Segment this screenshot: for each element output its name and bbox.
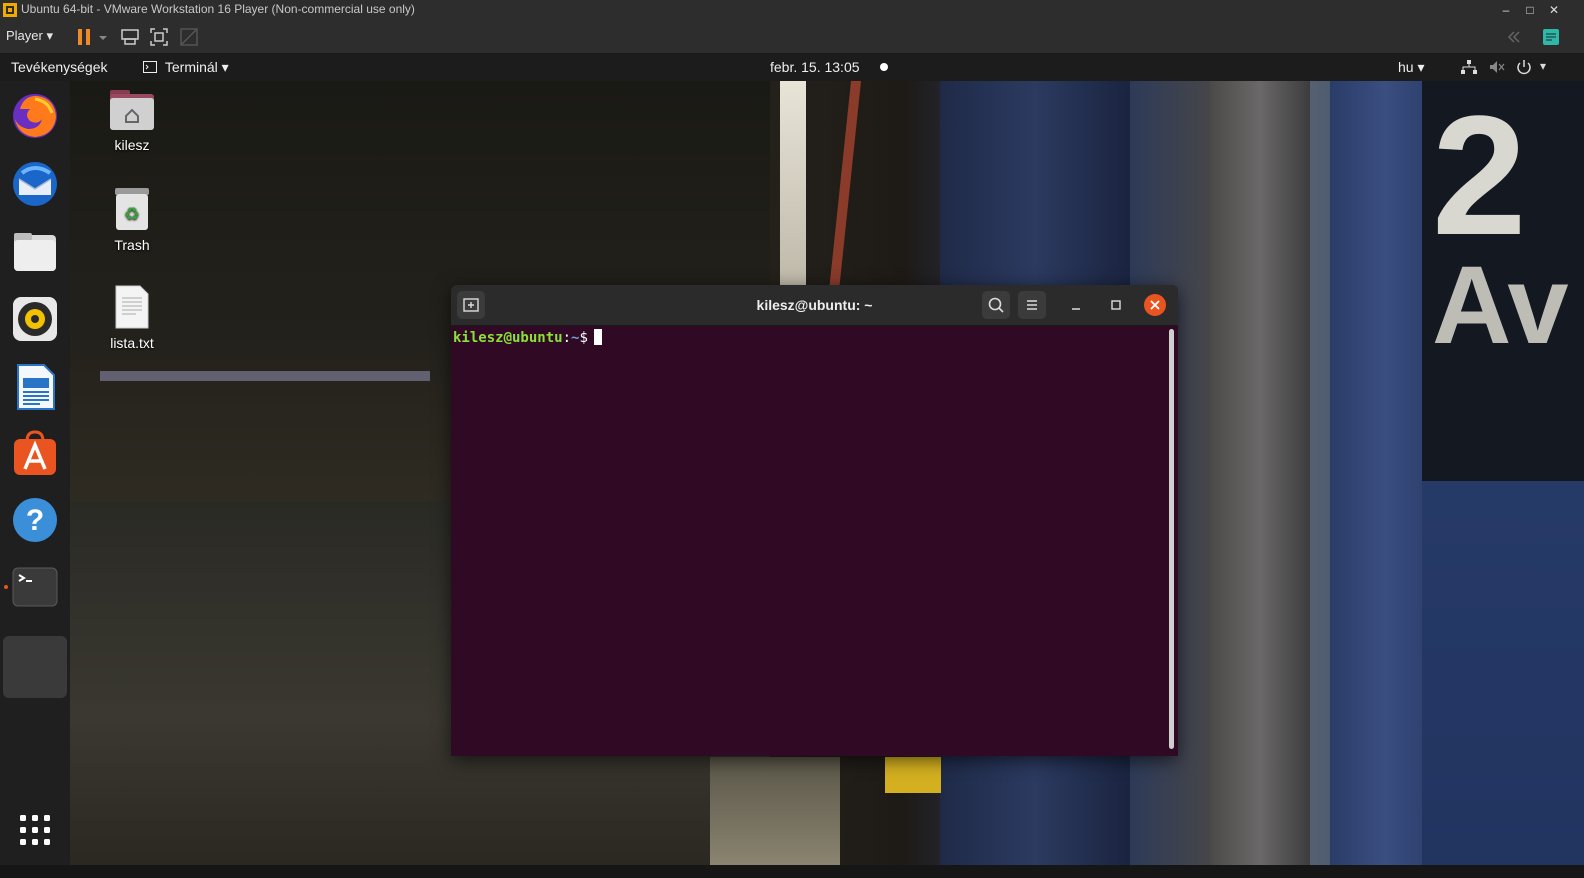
minimize-window-button[interactable]: –: [1496, 1, 1516, 19]
search-button[interactable]: [982, 291, 1010, 319]
close-window-button[interactable]: ✕: [1544, 1, 1564, 19]
terminal-headerbar[interactable]: kilesz@ubuntu: ~: [451, 285, 1178, 326]
player-menu-button[interactable]: Player ▾: [6, 28, 53, 44]
svg-text:?: ?: [26, 504, 44, 537]
network-icon[interactable]: [1460, 58, 1478, 76]
text-cursor: [593, 329, 602, 345]
player-menu-label: Player: [6, 28, 43, 43]
terminal-scrollbar[interactable]: [1169, 329, 1174, 749]
terminal-minimize-button[interactable]: [1062, 291, 1090, 319]
text-file-icon: [115, 285, 149, 329]
volume-muted-icon[interactable]: [1488, 58, 1506, 76]
dock-active-highlight: [3, 636, 67, 698]
rhythmbox-icon[interactable]: [10, 294, 60, 344]
maximize-icon: [1111, 300, 1121, 310]
desktop-icon-home[interactable]: kilesz: [92, 88, 172, 153]
language-label: hu: [1398, 59, 1414, 75]
search-icon: [988, 297, 1004, 313]
message-log-icon[interactable]: [1540, 26, 1562, 48]
home-folder-icon: [110, 90, 154, 130]
collapse-toolbar-icon[interactable]: [1502, 26, 1524, 48]
prompt-symbol: $: [579, 330, 588, 346]
desktop-icon-label: lista.txt: [110, 335, 154, 351]
files-icon[interactable]: [10, 227, 60, 277]
terminal-maximize-button[interactable]: [1102, 291, 1130, 319]
ubuntu-topbar: Tevékenységek Terminál ▾ febr. 15. 13:05…: [0, 54, 1584, 81]
terminal-close-button[interactable]: [1141, 291, 1169, 319]
terminal-window[interactable]: kilesz@ubuntu: ~ kilesz@ubuntu:~$: [451, 285, 1178, 756]
thunderbird-icon[interactable]: [10, 159, 60, 209]
help-icon[interactable]: ?: [10, 495, 60, 545]
terminal-icon[interactable]: [10, 562, 60, 612]
unity-mode-icon[interactable]: [178, 26, 200, 48]
close-icon: [1144, 294, 1166, 316]
hamburger-menu-icon: [1027, 300, 1037, 310]
clock[interactable]: febr. 15. 13:05: [770, 59, 860, 75]
vmware-titlebar: Ubuntu 64-bit - VMware Workstation 16 Pl…: [0, 0, 1584, 20]
wallpaper-sign-text: Av: [1432, 244, 1569, 367]
power-icon[interactable]: [1515, 58, 1533, 76]
firefox-icon[interactable]: [10, 91, 60, 141]
fullscreen-icon[interactable]: [148, 26, 170, 48]
prompt-user: kilesz@ubuntu: [453, 330, 563, 346]
app-menu-label: Terminál: [164, 59, 218, 75]
trash-icon: ♻: [115, 188, 149, 230]
vm-bottom-strip: [0, 865, 1584, 878]
system-menu-chevron-icon[interactable]: ▾: [1540, 59, 1546, 73]
desktop-icon-label: kilesz: [114, 137, 150, 153]
activities-button[interactable]: Tevékenységek: [11, 59, 108, 75]
ubuntu-dock: ?: [0, 81, 70, 865]
app-menu-button[interactable]: Terminál ▾: [143, 59, 229, 76]
prompt-line: kilesz@ubuntu:~$: [453, 329, 602, 346]
desktop-icon-label: Trash: [114, 237, 150, 253]
running-indicator-icon: [4, 585, 8, 589]
vmware-window-title: Ubuntu 64-bit - VMware Workstation 16 Pl…: [21, 2, 415, 16]
vmware-logo-icon: [3, 3, 17, 17]
terminal-small-icon: [143, 61, 157, 73]
desktop-icon-lista-txt[interactable]: lista.txt: [92, 284, 172, 351]
chevron-down-icon[interactable]: [96, 26, 110, 48]
language-menu-button[interactable]: hu ▾: [1398, 59, 1425, 76]
maximize-window-button[interactable]: □: [1520, 1, 1540, 19]
wallpaper-sign-number: 2: [1432, 81, 1527, 271]
libreoffice-writer-icon[interactable]: [10, 362, 60, 412]
software-center-icon[interactable]: [10, 429, 60, 479]
send-ctrl-alt-del-icon[interactable]: [119, 26, 141, 48]
desktop-icon-trash[interactable]: ♻ Trash: [92, 186, 172, 253]
menu-button[interactable]: [1018, 291, 1046, 319]
notification-dot-icon: [880, 63, 888, 71]
vmware-toolbar: Player ▾: [0, 20, 1584, 54]
minimize-icon: [1072, 308, 1080, 310]
svg-text:♻: ♻: [124, 204, 140, 225]
terminal-output[interactable]: kilesz@ubuntu:~$: [451, 326, 1169, 756]
prompt-separator: :: [562, 330, 572, 346]
show-applications-icon[interactable]: [18, 813, 52, 847]
pause-icon[interactable]: [74, 26, 96, 48]
